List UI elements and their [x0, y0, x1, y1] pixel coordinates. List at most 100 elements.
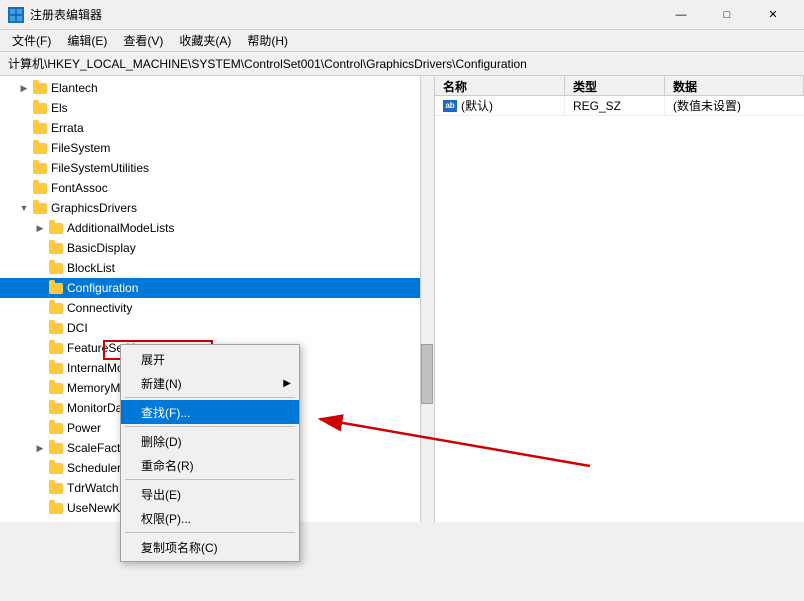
folder-icon [48, 341, 64, 355]
expander-power [32, 420, 48, 436]
address-path: 计算机\HKEY_LOCAL_MACHINE\SYSTEM\ControlSet… [8, 55, 527, 72]
ctx-separator-3 [125, 479, 295, 480]
tree-item-filesystemutil[interactable]: FileSystemUtilities [0, 158, 434, 178]
tree-item-label: Configuration [67, 278, 138, 298]
tree-item-label: Connectivity [67, 298, 132, 318]
tree-item-dci[interactable]: DCI [0, 318, 434, 338]
tree-item-els[interactable]: Els [0, 98, 434, 118]
tree-item-elantech[interactable]: ▶ Elantech [0, 78, 434, 98]
menu-favorites[interactable]: 收藏夹(A) [171, 30, 239, 51]
tree-item-label: Els [51, 98, 68, 118]
folder-icon [48, 301, 64, 315]
registry-type: REG_SZ [565, 96, 665, 116]
column-headers: 名称 类型 数据 [435, 76, 804, 96]
menu-edit[interactable]: 编辑(E) [59, 30, 115, 51]
tree-item-label: Elantech [51, 78, 98, 98]
tree-item-label: FontAssoc [51, 178, 108, 198]
context-menu: 展开 新建(N) ▶ 查找(F)... 删除(D) 重命名(R) 导出(E) 权… [120, 344, 300, 562]
folder-icon [48, 501, 64, 515]
ctx-separator-1 [125, 397, 295, 398]
folder-icon [32, 121, 48, 135]
tree-item-label: Power [67, 418, 101, 438]
tree-item-label: Scheduler [67, 458, 121, 478]
right-panel: 名称 类型 数据 ab (默认) REG_SZ (数值未设置) [435, 76, 804, 522]
tree-item-errata[interactable]: Errata [0, 118, 434, 138]
ctx-export[interactable]: 导出(E) [121, 482, 299, 506]
folder-icon [48, 481, 64, 495]
tree-item-label: Errata [51, 118, 84, 138]
ctx-export-label: 导出(E) [141, 486, 181, 503]
menu-file[interactable]: 文件(F) [4, 30, 59, 51]
registry-name-text: (默认) [461, 97, 493, 114]
expander-sf[interactable]: ▶ [32, 440, 48, 456]
expander-aml[interactable]: ▶ [32, 220, 48, 236]
tree-item-blocklist[interactable]: BlockList [0, 258, 434, 278]
folder-icon [48, 401, 64, 415]
folder-icon [48, 281, 64, 295]
expander-sched [32, 460, 48, 476]
ctx-copy-name[interactable]: 复制项名称(C) [121, 535, 299, 559]
folder-icon [32, 181, 48, 195]
expander-bd [32, 240, 48, 256]
menu-help[interactable]: 帮助(H) [239, 30, 296, 51]
tree-item-label: DCI [67, 318, 88, 338]
registry-row[interactable]: ab (默认) REG_SZ (数值未设置) [435, 96, 804, 116]
tree-item-graphicsdrivers[interactable]: ▼ GraphicsDrivers [0, 198, 434, 218]
tree-item-label: GraphicsDrivers [51, 198, 137, 218]
expander-im [32, 360, 48, 376]
expander-errata [16, 120, 32, 136]
expander-fsu [16, 160, 32, 176]
ctx-new-arrow: ▶ [283, 378, 291, 389]
close-button[interactable]: ✕ [750, 0, 796, 30]
tree-item-fontassoc[interactable]: FontAssoc [0, 178, 434, 198]
ctx-new[interactable]: 新建(N) ▶ [121, 371, 299, 395]
maximize-button[interactable]: □ [704, 0, 750, 30]
expander-config [32, 280, 48, 296]
tree-scrollbar-thumb[interactable] [421, 344, 433, 404]
menu-bar: 文件(F) 编辑(E) 查看(V) 收藏夹(A) 帮助(H) [0, 30, 804, 52]
ctx-rename[interactable]: 重命名(R) [121, 453, 299, 477]
folder-icon [48, 381, 64, 395]
title-bar: 注册表编辑器 — □ ✕ [0, 0, 804, 30]
folder-icon [32, 141, 48, 155]
ab-icon: ab [443, 100, 457, 112]
folder-icon [32, 101, 48, 115]
app-icon [8, 7, 24, 23]
expander-unk [32, 500, 48, 516]
ctx-permissions[interactable]: 权限(P)... [121, 506, 299, 530]
ctx-copy-name-label: 复制项名称(C) [141, 539, 218, 556]
ctx-find-label: 查找(F)... [141, 404, 190, 421]
folder-icon [32, 81, 48, 95]
expander-conn [32, 300, 48, 316]
expander-mm [32, 380, 48, 396]
tree-item-additionalmodelists[interactable]: ▶ AdditionalModeLists [0, 218, 434, 238]
folder-icon [48, 421, 64, 435]
tree-item-label: TdrWatch [67, 478, 119, 498]
ctx-rename-label: 重命名(R) [141, 457, 194, 474]
tree-item-label: BasicDisplay [67, 238, 136, 258]
ctx-expand[interactable]: 展开 [121, 347, 299, 371]
col-header-name: 名称 [435, 76, 565, 96]
folder-icon [48, 441, 64, 455]
folder-icon [48, 261, 64, 275]
tree-item-connectivity[interactable]: Connectivity [0, 298, 434, 318]
tree-item-filesystem[interactable]: FileSystem [0, 138, 434, 158]
ctx-delete[interactable]: 删除(D) [121, 429, 299, 453]
expander-dci [32, 320, 48, 336]
registry-data: (数值未设置) [665, 96, 804, 116]
menu-view[interactable]: 查看(V) [115, 30, 171, 51]
tree-scrollbar[interactable] [420, 76, 434, 522]
expander-elantech[interactable]: ▶ [16, 80, 32, 96]
tree-item-configuration[interactable]: Configuration [0, 278, 434, 298]
main-content: ▶ Elantech Els Errata FileSystem [0, 76, 804, 522]
ctx-find[interactable]: 查找(F)... [121, 400, 299, 424]
col-header-type: 类型 [565, 76, 665, 96]
tree-item-label: FileSystem [51, 138, 110, 158]
minimize-button[interactable]: — [658, 0, 704, 30]
registry-name: ab (默认) [435, 96, 565, 116]
ctx-expand-label: 展开 [141, 351, 165, 368]
ctx-permissions-label: 权限(P)... [141, 510, 191, 527]
tree-item-basicdisplay[interactable]: BasicDisplay [0, 238, 434, 258]
expander-gd[interactable]: ▼ [16, 200, 32, 216]
expander-bl [32, 260, 48, 276]
